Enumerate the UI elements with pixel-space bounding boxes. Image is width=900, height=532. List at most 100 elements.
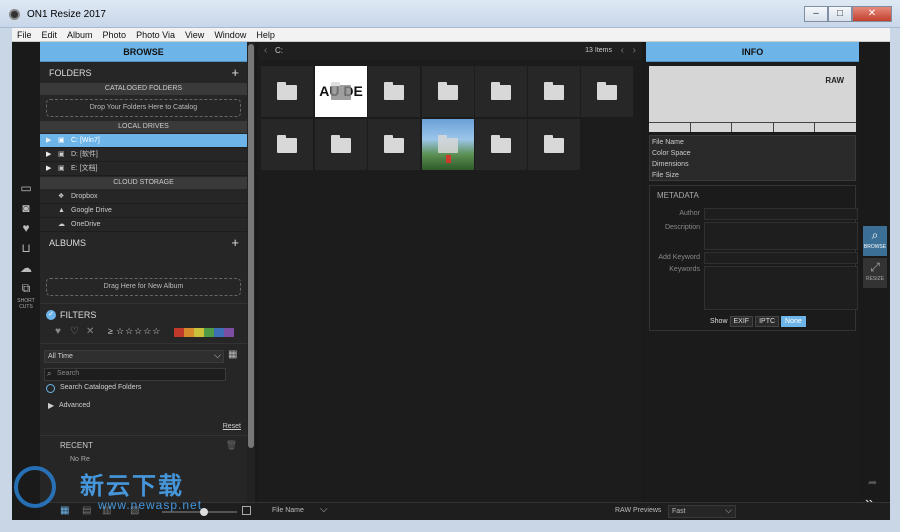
calendar-icon[interactable]: ▦ — [228, 349, 237, 360]
cloud-item-google-drive[interactable]: ▲ Google Drive — [40, 204, 247, 218]
description-field[interactable] — [704, 222, 858, 250]
color-labels — [174, 328, 234, 337]
window-title: ON1 Resize 2017 — [27, 9, 106, 20]
search-placeholder: Search — [57, 370, 80, 377]
tray-icon[interactable]: ⊔ — [17, 240, 35, 256]
color-label-orange[interactable] — [184, 328, 194, 337]
browse-scrollbar[interactable] — [247, 42, 255, 502]
info-tab[interactable]: INFO — [646, 42, 859, 62]
sort-chevron-icon[interactable]: ⌵ — [320, 504, 328, 515]
color-label-purple[interactable] — [224, 328, 234, 337]
chevron-down-icon: ⌵ — [725, 505, 732, 515]
raw-previews-label: RAW Previews — [615, 507, 662, 514]
reset-link[interactable]: Reset — [223, 423, 241, 430]
folder-thumbnail[interactable] — [581, 66, 633, 117]
menu-view[interactable]: View — [180, 28, 209, 41]
folder-thumbnail[interactable] — [261, 66, 313, 117]
album-drop-zone[interactable]: Drag Here for New Album — [46, 278, 241, 296]
camera-icon[interactable]: ◙ — [17, 200, 35, 216]
folder-thumbnail[interactable] — [528, 119, 580, 170]
folder-icon — [597, 82, 617, 100]
right-mode-strip: ⌕ BROWSE ⤢ RESIZE ➦ » — [859, 42, 890, 520]
advanced-arrow-icon: ▶ — [48, 401, 55, 410]
album-heart-icon[interactable]: ♥ — [17, 220, 35, 236]
scrollbar-thumb[interactable] — [248, 44, 254, 448]
folder-icon — [438, 135, 458, 153]
next-icon[interactable]: › — [633, 42, 636, 60]
color-label-yellow[interactable] — [194, 328, 204, 337]
chevron-down-icon: ⌵ — [214, 350, 221, 360]
shortcuts-icon[interactable]: ⧉ — [17, 280, 35, 296]
catalog-drop-zone[interactable]: Drop Your Folders Here to Catalog — [46, 99, 241, 117]
cloud-item-onedrive[interactable]: ☁ OneDrive — [40, 218, 247, 232]
menu-file[interactable]: File — [12, 28, 37, 41]
onedrive-icon: ☁ — [58, 221, 65, 228]
folder-thumbnail[interactable] — [368, 66, 420, 117]
folder-thumbnail[interactable] — [475, 119, 527, 170]
resize-mode-icon: ⤢ — [870, 260, 880, 274]
cloud-item-dropbox[interactable]: ❖ Dropbox — [40, 190, 247, 204]
browse-mode-button[interactable]: ⌕ BROWSE — [863, 226, 887, 256]
maximize-button[interactable]: □ — [828, 6, 852, 22]
menu-help[interactable]: Help — [251, 28, 280, 41]
minimize-button[interactable]: – — [804, 6, 828, 22]
search-cataloged-radio[interactable] — [46, 384, 55, 393]
folder-icon — [277, 82, 297, 100]
add-album-icon[interactable]: + — [231, 234, 239, 252]
folder-thumbnail[interactable] — [528, 66, 580, 117]
thumbnail-grid: ‹ C: 13 Items ‹ › AU DE — [258, 42, 642, 502]
add-folder-icon[interactable]: + — [231, 64, 239, 82]
heart-filled-icon[interactable]: ♥ — [55, 326, 61, 337]
none-button[interactable]: None — [781, 316, 806, 327]
author-field[interactable] — [704, 208, 858, 220]
share-icon[interactable]: ➦ — [868, 476, 877, 489]
menu-edit[interactable]: Edit — [37, 28, 63, 41]
color-label-blue[interactable] — [214, 328, 224, 337]
cloud-icon[interactable]: ☁ — [17, 260, 35, 276]
expand-arrow-icon[interactable]: ▶ — [46, 162, 51, 176]
albums-section-title: ALBUMS + — [40, 234, 247, 252]
add-keyword-field[interactable] — [704, 252, 858, 264]
color-label-red[interactable] — [174, 328, 184, 337]
menu-window[interactable]: Window — [209, 28, 251, 41]
close-button[interactable]: ✕ — [852, 6, 892, 22]
folder-thumbnail[interactable] — [475, 66, 527, 117]
resize-mode-button[interactable]: ⤢ RESIZE — [863, 258, 887, 288]
time-filter-select[interactable]: All Time ⌵ — [44, 350, 224, 363]
computer-icon[interactable]: ▭ — [17, 180, 35, 196]
iptc-button[interactable]: IPTC — [755, 316, 780, 327]
advanced-row[interactable]: ▶ Advanced — [40, 399, 247, 415]
folder-icon — [491, 82, 511, 100]
browse-tab[interactable]: BROWSE — [40, 42, 247, 62]
color-label-green[interactable] — [204, 328, 214, 337]
drive-item-e[interactable]: ▶ ▣ E: [文档] — [40, 162, 247, 176]
large-thumbnail-icon[interactable] — [242, 506, 251, 515]
folder-thumbnail[interactable] — [315, 119, 367, 170]
menu-album[interactable]: Album — [62, 28, 98, 41]
search-cataloged-row[interactable]: Search Cataloged Folders — [40, 382, 247, 397]
folder-thumbnail[interactable] — [422, 66, 474, 117]
menu-photo[interactable]: Photo — [98, 28, 132, 41]
folder-thumbnail[interactable] — [261, 119, 313, 170]
expand-arrow-icon[interactable]: ▶ — [46, 148, 51, 162]
drive-item-c[interactable]: ▶ ▣ C: [Win7] — [40, 134, 247, 148]
folder-thumbnail[interactable] — [368, 119, 420, 170]
star-rating[interactable]: ☆☆☆☆☆ — [116, 326, 161, 337]
raw-previews-select[interactable]: Fast ⌵ — [668, 505, 736, 518]
browse-mode-label: BROWSE — [863, 244, 887, 250]
menu-photo-via[interactable]: Photo Via — [131, 28, 180, 41]
prev-icon[interactable]: ‹ — [621, 42, 624, 60]
reject-icon[interactable]: ✕ — [86, 326, 94, 337]
exif-button[interactable]: EXIF — [729, 316, 754, 327]
expand-arrow-icon[interactable]: ▶ — [46, 134, 51, 148]
photo-thumbnail[interactable] — [422, 119, 474, 170]
image-thumbnail[interactable]: AU DE — [315, 66, 367, 117]
keywords-field[interactable] — [704, 266, 858, 310]
heart-outline-icon[interactable]: ♡ — [70, 326, 79, 337]
back-arrow-icon[interactable]: ‹ — [264, 42, 267, 60]
drive-icon: ▣ — [58, 137, 65, 144]
search-box[interactable]: ⌕ Search — [44, 368, 226, 381]
trash-icon[interactable]: 🗑 — [226, 440, 237, 451]
filters-check-icon[interactable]: ✓ — [46, 310, 56, 320]
drive-item-d[interactable]: ▶ ▣ D: [软件] — [40, 148, 247, 162]
